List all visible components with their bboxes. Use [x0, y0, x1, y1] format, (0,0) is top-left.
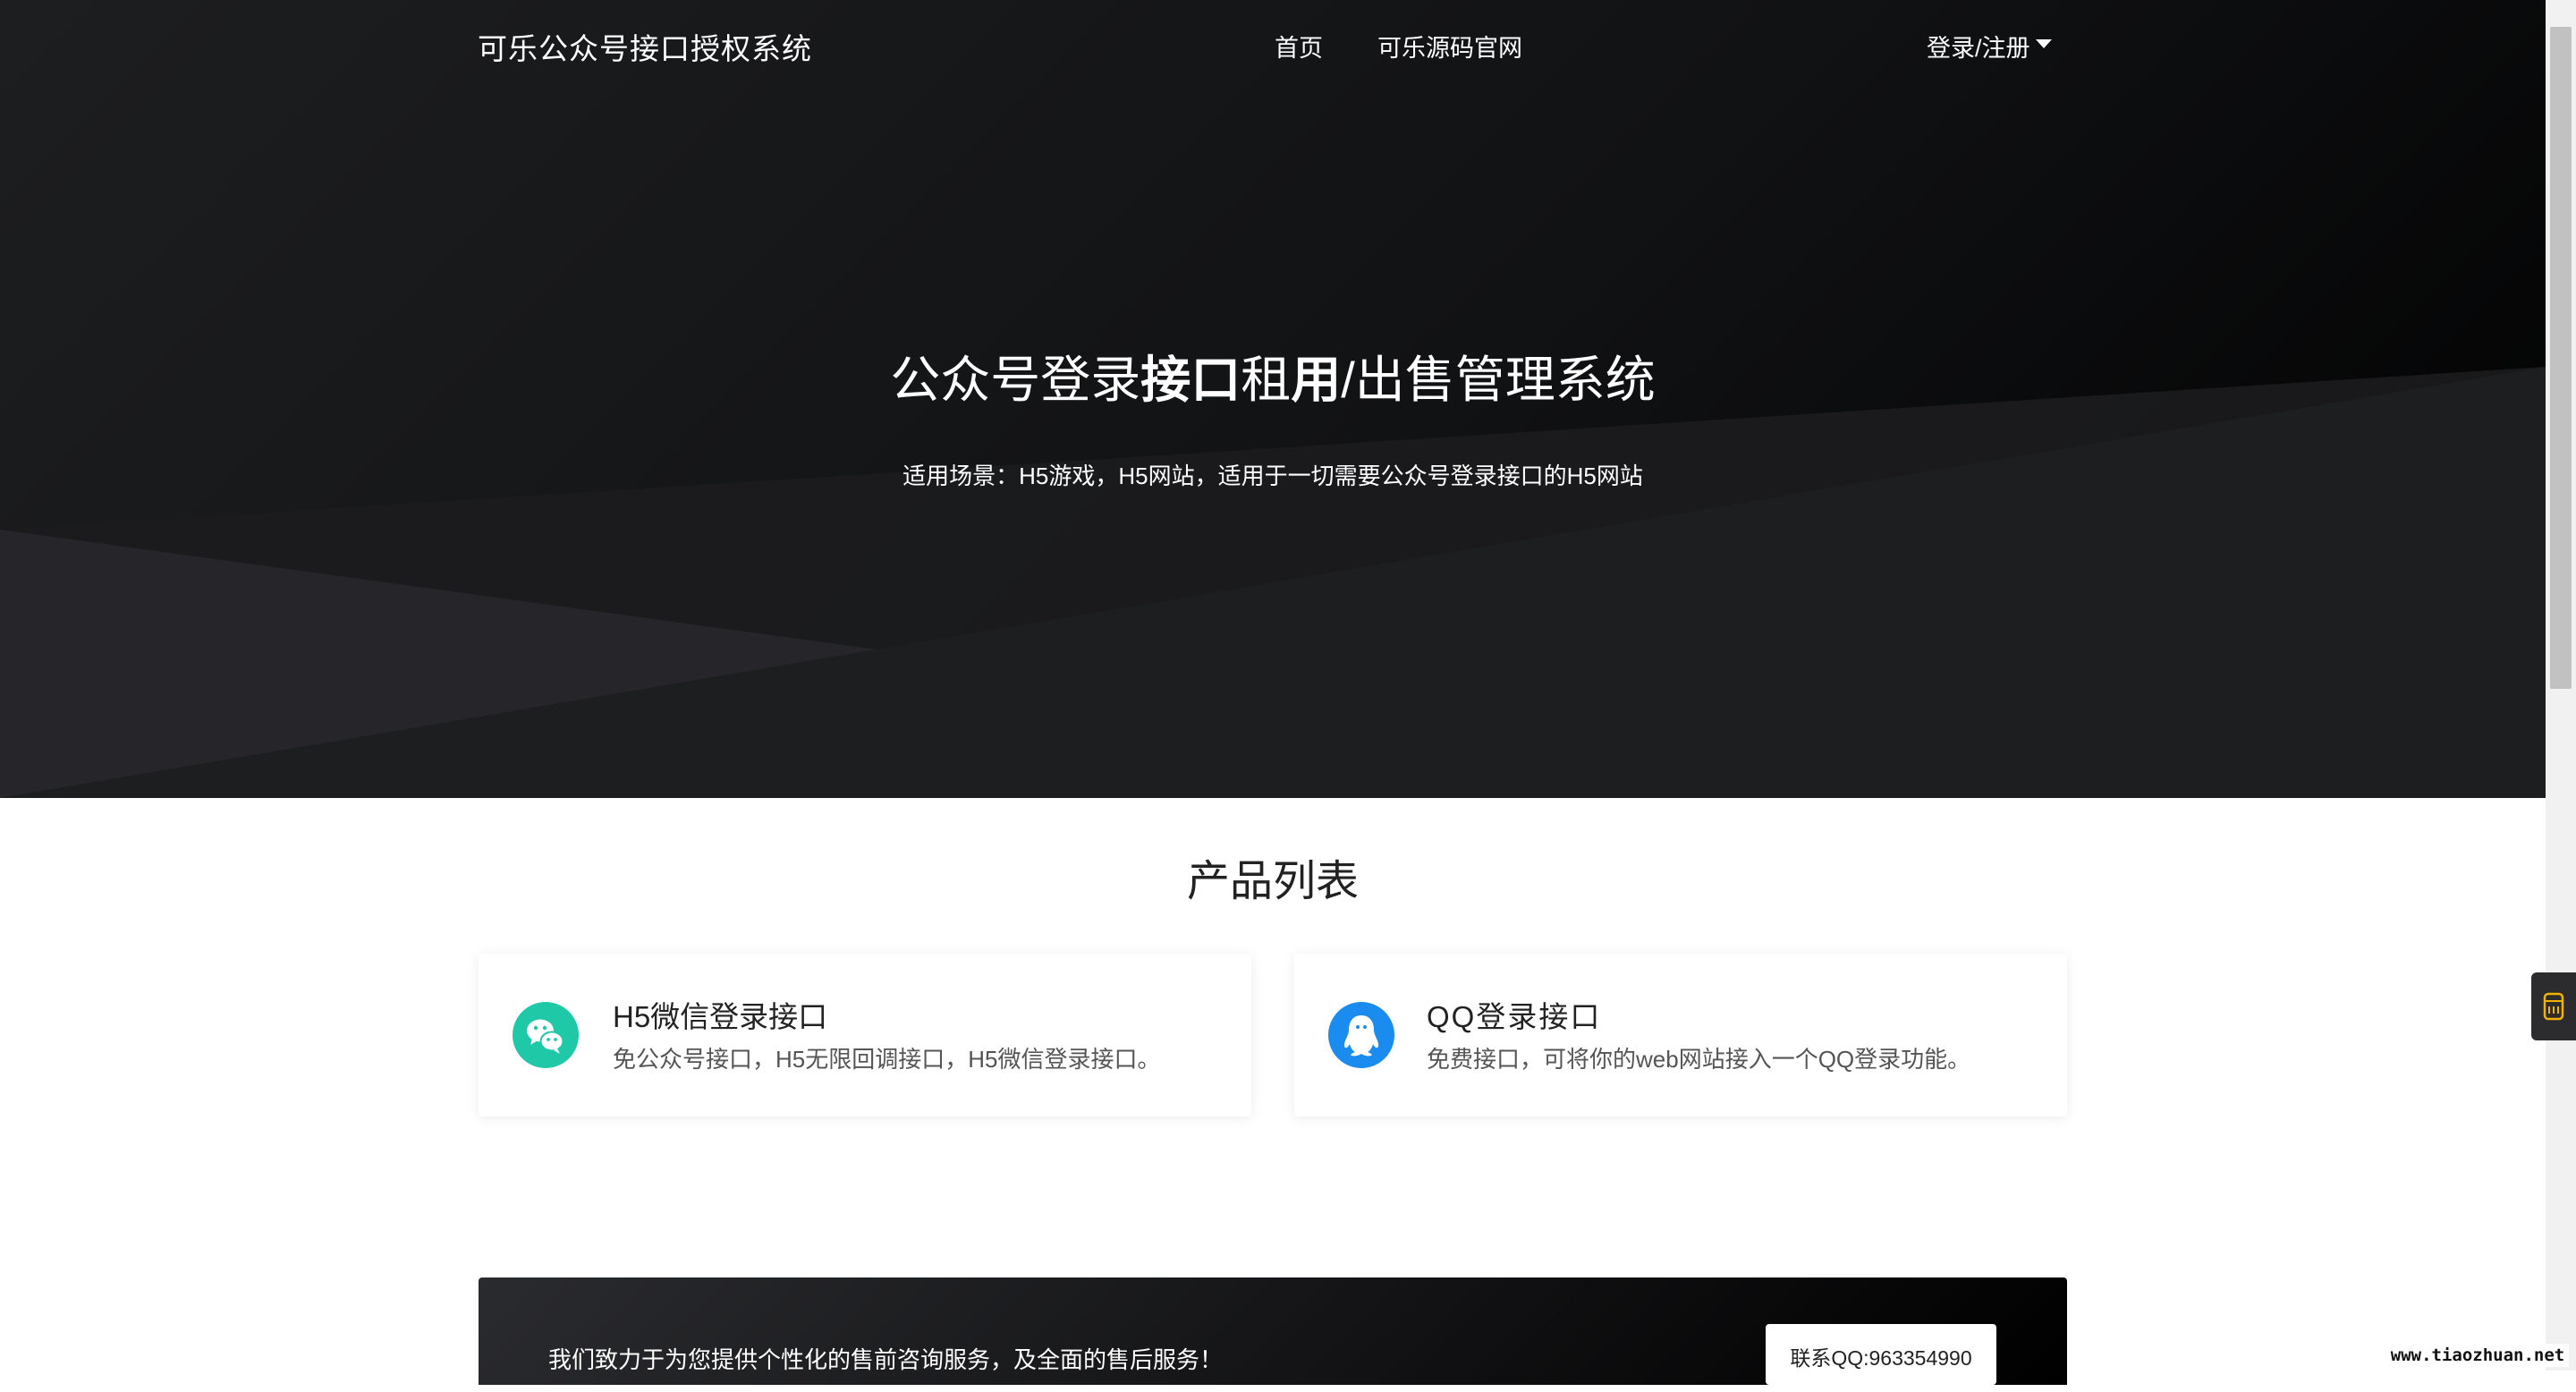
vertical-scrollbar[interactable] — [2546, 0, 2576, 1371]
hero-title-part-bold: 用 — [1291, 352, 1342, 408]
product-card-qq-login[interactable]: QQ登录接口 免费接口，可将你的web网站接入一个QQ登录功能。 — [1294, 954, 2067, 1116]
top-navbar: 可乐公众号接口授权系统 首页 可乐源码官网 登录/注册 — [0, 0, 2546, 89]
banner-text: 我们致力于为您提供个性化的售前咨询服务，及全面的售后服务！ — [548, 1346, 1224, 1373]
caret-down-icon[interactable] — [2036, 39, 2052, 48]
hero-title-part-bold: 接口 — [1140, 352, 1241, 408]
hero-subtitle: 适用场景：H5游戏，H5网站，适用于一切需要公众号登录接口的H5网站 — [902, 463, 1643, 489]
side-float-button[interactable] — [2531, 972, 2576, 1040]
product-title: H5微信登录接口 — [613, 1000, 828, 1033]
contact-qq-button[interactable]: 联系QQ:963354990 — [1766, 1324, 1996, 1385]
cup-icon — [2543, 992, 2564, 1021]
site-watermark: www.tiaozhuan.net — [2386, 1344, 2569, 1367]
contact-banner: 我们致力于为您提供个性化的售前咨询服务，及全面的售后服务！ 联系QQ:96335… — [479, 1277, 2067, 1385]
hero-section: 可乐公众号接口授权系统 首页 可乐源码官网 登录/注册 公众号登录接口租用/出售… — [0, 0, 2546, 798]
scrollbar-thumb[interactable] — [2550, 27, 2572, 689]
wechat-icon — [513, 1002, 579, 1068]
hero-title-part: /出售管理系统 — [1341, 352, 1656, 408]
product-card-wechat-login[interactable]: H5微信登录接口 免公众号接口，H5无限回调接口，H5微信登录接口。 — [479, 954, 1251, 1116]
product-description: 免费接口，可将你的web网站接入一个QQ登录功能。 — [1427, 1046, 1971, 1073]
nav-home-link[interactable]: 首页 — [1275, 29, 1323, 64]
qq-icon — [1328, 1002, 1394, 1068]
products-section-title: 产品列表 — [1186, 858, 1359, 905]
hero-title: 公众号登录接口租用/出售管理系统 — [0, 340, 2546, 412]
hero-title-part: 租 — [1241, 352, 1292, 408]
hero-title-part: 公众号登录 — [890, 352, 1141, 408]
login-register-dropdown[interactable]: 登录/注册 — [1927, 29, 2030, 64]
product-description: 免公众号接口，H5无限回调接口，H5微信登录接口。 — [613, 1046, 1161, 1073]
site-brand[interactable]: 可乐公众号接口授权系统 — [478, 25, 812, 68]
nav-official-site-link[interactable]: 可乐源码官网 — [1377, 29, 1522, 64]
product-title: QQ登录接口 — [1427, 1000, 1602, 1033]
